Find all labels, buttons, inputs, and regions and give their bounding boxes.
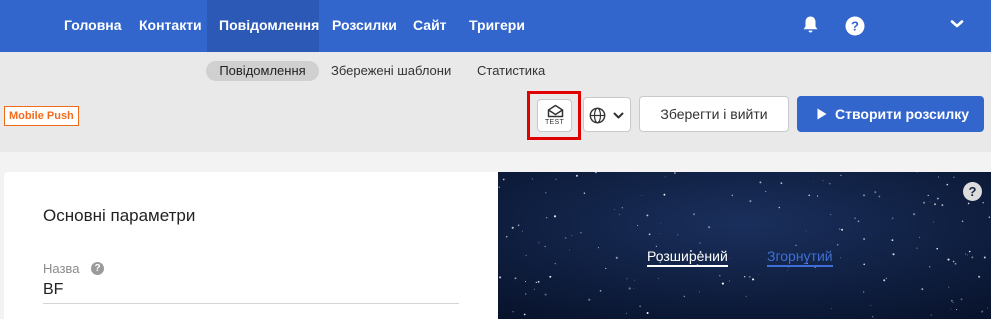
chevron-down-icon[interactable]	[950, 19, 964, 29]
svg-text:?: ?	[851, 19, 859, 34]
chevron-down-icon	[613, 112, 624, 119]
channel-badge: Mobile Push	[4, 106, 79, 126]
nav-item-site[interactable]: Сайт	[413, 0, 447, 52]
subnav-item-messages[interactable]: Повідомлення	[206, 61, 319, 81]
test-label: TEST	[544, 119, 565, 126]
bell-icon[interactable]	[801, 15, 820, 35]
section-title: Основні параметри	[43, 206, 196, 225]
nav-item-home[interactable]: Головна	[64, 0, 122, 52]
starfield-background	[498, 172, 991, 319]
name-help-icon[interactable]: ?	[91, 262, 104, 275]
envelope-open-icon	[547, 104, 564, 118]
language-selector[interactable]	[583, 97, 631, 132]
test-send-button[interactable]: TEST	[537, 99, 572, 132]
create-campaign-label: Створити розсилку	[835, 106, 970, 122]
play-icon	[817, 108, 827, 120]
tab-expanded-view[interactable]: Розширений	[647, 247, 728, 267]
save-and-exit-button[interactable]: Зберегти і вийти	[639, 96, 789, 132]
name-field-value[interactable]: BF	[43, 281, 63, 299]
create-campaign-button[interactable]: Створити розсилку	[797, 96, 984, 132]
name-field-underline	[43, 303, 459, 304]
nav-item-campaigns[interactable]: Розсилки	[332, 0, 397, 52]
push-preview-panel	[498, 172, 991, 319]
tab-collapsed-view[interactable]: Згорнутий	[767, 247, 833, 267]
nav-item-triggers[interactable]: Тригери	[469, 0, 525, 52]
nav-item-messages[interactable]: Повідомлення	[207, 0, 319, 52]
help-icon[interactable]: ?	[845, 16, 865, 36]
top-navigation-bar: Головна Контакти Повідомлення Розсилки С…	[0, 0, 991, 52]
name-field-label: Назва	[43, 261, 80, 276]
globe-icon	[589, 107, 606, 124]
preview-help-icon[interactable]: ?	[963, 182, 982, 201]
subnav-item-statistics[interactable]: Статистика	[477, 61, 545, 81]
nav-item-contacts[interactable]: Контакти	[139, 0, 202, 52]
basic-parameters-panel: Основні параметри Назва ? BF	[4, 172, 498, 319]
subnav-item-saved-templates[interactable]: Збережені шаблони	[331, 61, 451, 81]
